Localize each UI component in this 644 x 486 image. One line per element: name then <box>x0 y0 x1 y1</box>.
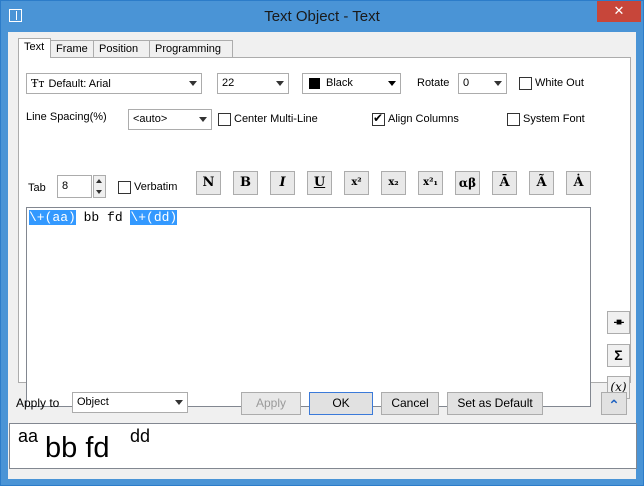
white-out-checkbox[interactable] <box>519 77 532 90</box>
font-size-value: 22 <box>222 77 235 89</box>
chevron-down-icon <box>189 81 197 86</box>
insert-symbol-button[interactable]: -■- <box>607 311 630 334</box>
apply-to-select[interactable]: Object <box>72 392 188 413</box>
title-bar[interactable]: Text Object - Text ✕ <box>1 1 643 32</box>
underline-format-button[interactable]: U <box>307 171 332 195</box>
chevron-down-icon <box>276 81 284 86</box>
system-font-checkbox[interactable] <box>507 113 520 126</box>
align-columns-label: Align Columns <box>388 113 459 125</box>
tab-size-value: 8 <box>62 180 69 192</box>
tab-frame[interactable]: Frame <box>50 40 94 57</box>
normal-format-button[interactable]: N <box>196 171 221 195</box>
greek-format-button[interactable]: αβ <box>455 171 480 195</box>
color-value: Black <box>326 77 353 89</box>
overbar-format-button[interactable]: Ā <box>492 171 517 195</box>
chevron-up-icon[interactable] <box>96 179 102 183</box>
chevron-down-icon <box>199 117 207 122</box>
font-select[interactable]: Ŧт Default: Arial <box>26 73 202 94</box>
apply-to-label: Apply to <box>16 396 60 410</box>
editor-text: bb fd <box>75 210 131 225</box>
set-as-default-button[interactable]: Set as Default <box>447 392 543 415</box>
editor-selection-2: \+(dd) <box>130 210 178 225</box>
subscript-format-button[interactable]: x₂ <box>381 171 406 195</box>
preview-pane: aa bb fd dd <box>9 423 637 469</box>
editor-selection-1: \+(aa) <box>29 210 76 225</box>
rotate-label: Rotate <box>417 77 450 89</box>
text-editor[interactable]: \+(aa) bb fd \+(dd) <box>26 207 591 407</box>
tab-position[interactable]: Position <box>93 40 150 57</box>
tab-size-spinner[interactable] <box>93 175 106 198</box>
close-button[interactable]: ✕ <box>597 1 641 22</box>
apply-button[interactable]: Apply <box>241 392 301 415</box>
align-columns-checkbox[interactable] <box>372 111 385 126</box>
bold-format-button[interactable]: B <box>233 171 258 195</box>
apply-to-value: Object <box>77 396 109 408</box>
collapse-button[interactable]: ⌃ <box>601 392 627 415</box>
italic-format-button[interactable]: I <box>270 171 295 195</box>
dialog-window: Text Object - Text ✕ Text Frame Position… <box>0 0 644 486</box>
rotate-select[interactable]: 0 <box>458 73 507 94</box>
cancel-button[interactable]: Cancel <box>381 392 439 415</box>
rotate-value: 0 <box>463 77 470 89</box>
preview-superscript-2: dd <box>130 426 151 446</box>
font-select-value: Default: Arial <box>48 78 111 90</box>
preview-main-text: bb fd <box>45 432 110 464</box>
tab-programming[interactable]: Programming <box>149 40 233 57</box>
sigma-button[interactable]: Σ <box>607 344 630 367</box>
dialog-client: Text Frame Position Programming Ŧт Defaul… <box>8 32 637 479</box>
center-multiline-checkbox[interactable] <box>218 113 231 126</box>
ok-button[interactable]: OK <box>309 392 373 415</box>
supersubscript-format-button[interactable]: x²₁ <box>418 171 443 195</box>
tab-size-label: Tab <box>28 182 46 194</box>
tab-size-input[interactable]: 8 <box>57 175 92 198</box>
chevron-down-icon <box>494 81 502 86</box>
color-select[interactable]: Black <box>302 73 401 94</box>
window-title: Text Object - Text <box>264 8 380 25</box>
chevron-down-icon <box>175 400 183 405</box>
font-size-select[interactable]: 22 <box>217 73 289 94</box>
line-spacing-label: Line Spacing(%) <box>26 111 107 123</box>
preview-superscript-1: aa <box>18 426 39 446</box>
center-multiline-label: Center Multi-Line <box>234 113 318 125</box>
system-font-label: System Font <box>523 113 585 125</box>
color-swatch <box>309 78 320 89</box>
superscript-format-button[interactable]: x² <box>344 171 369 195</box>
text-tab-panel: Ŧт Default: Arial 22 Black Rotate 0 White… <box>18 57 631 407</box>
tab-text[interactable]: Text <box>18 38 51 58</box>
white-out-label: White Out <box>535 77 584 89</box>
chevron-down-icon[interactable] <box>96 190 102 194</box>
chevron-down-icon <box>388 81 396 86</box>
truetype-icon: Ŧт <box>31 77 45 90</box>
verbatim-label: Verbatim <box>134 181 178 193</box>
line-spacing-value: <auto> <box>133 113 168 125</box>
verbatim-checkbox[interactable] <box>118 181 131 194</box>
tilde-format-button[interactable]: Ã <box>529 171 554 195</box>
line-spacing-select[interactable]: <auto> <box>128 109 212 130</box>
dot-accent-format-button[interactable]: Ȧ <box>566 171 591 195</box>
